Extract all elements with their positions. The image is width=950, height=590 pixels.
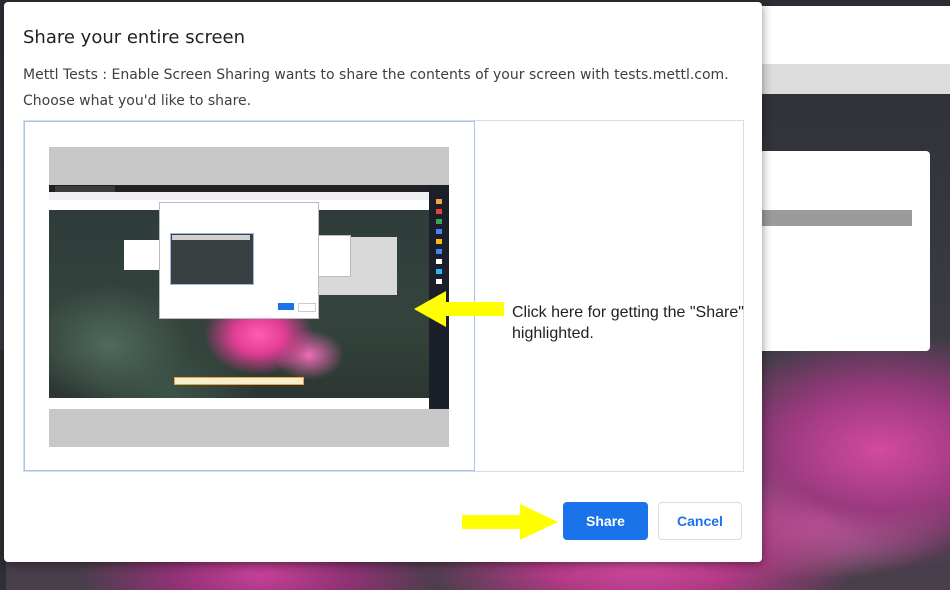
background-toolbar: [762, 64, 950, 94]
yellow-arrow-right-icon: [462, 504, 558, 540]
dialog-description: Mettl Tests : Enable Screen Sharing want…: [23, 67, 729, 109]
screen-thumbnail: [49, 147, 449, 447]
yellow-arrow-left-icon: [414, 291, 504, 327]
screen-thumbnail-image: [49, 185, 449, 409]
hint-text: Click here for getting the "Share" highl…: [512, 304, 744, 342]
share-button[interactable]: Share: [563, 502, 648, 540]
dialog-title: Share your entire screen: [23, 27, 246, 48]
source-picker-pane: Click here for getting the "Share" highl…: [23, 120, 744, 472]
background-progress-bar: [762, 210, 912, 226]
entire-screen-tile[interactable]: [24, 121, 475, 471]
background-card: [762, 151, 930, 351]
cancel-button[interactable]: Cancel: [658, 502, 742, 540]
background-header: [762, 6, 950, 64]
share-screen-dialog: Share your entire screen Mettl Tests : E…: [4, 2, 762, 562]
